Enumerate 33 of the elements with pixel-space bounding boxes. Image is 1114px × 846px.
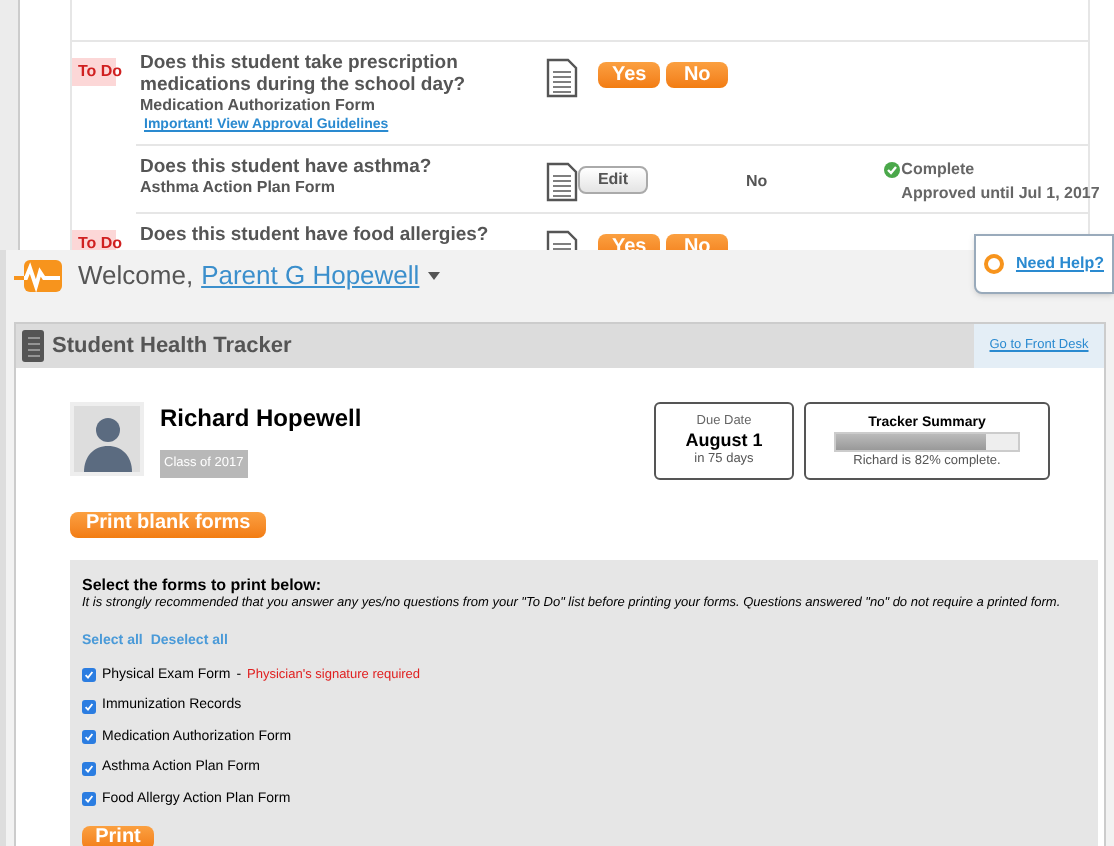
- print-button[interactable]: Print: [82, 826, 154, 846]
- welcome-text: Welcome,: [78, 258, 194, 295]
- user-menu-link[interactable]: Parent G Hopewell: [201, 256, 420, 296]
- edit-button[interactable]: Edit: [578, 166, 648, 194]
- answer-button[interactable]: Yes: [598, 62, 661, 88]
- help-link[interactable]: Need Help?: [1015, 252, 1104, 276]
- form-name: Asthma Action Plan Form: [140, 178, 337, 198]
- person-silhouette-icon: [79, 412, 135, 472]
- due-date-value: August 1: [685, 430, 763, 452]
- form-checkbox[interactable]: [82, 792, 96, 807]
- form-checkbox[interactable]: [82, 668, 96, 683]
- question-text: Does this student take prescription medications during the school day?: [140, 52, 468, 96]
- document-icon: [546, 58, 578, 98]
- answer-value: No: [746, 170, 768, 194]
- caret-icon: [427, 272, 440, 280]
- student-name: Richard Hopewell: [160, 402, 362, 434]
- logo-icon: [14, 258, 62, 294]
- form-checkbox[interactable]: [82, 761, 96, 776]
- form-checkbox[interactable]: [82, 730, 96, 745]
- approval-text: Approved until Jul 1, 2017: [901, 182, 1100, 206]
- lifebuoy-icon: [983, 254, 1004, 274]
- check-circle-icon: [883, 162, 900, 178]
- document-icon: [546, 162, 578, 202]
- question-text: Does this student have food allergies?: [140, 224, 491, 246]
- forms-title: Select the forms to print below:: [82, 576, 324, 594]
- tracker-title: Student Health Tracker: [52, 331, 292, 362]
- question-text: Does this student have asthma?: [140, 156, 434, 178]
- status-text: Complete: [901, 158, 975, 182]
- form-name: Medication Authorization Form: [140, 96, 377, 116]
- form-checkbox[interactable]: [82, 699, 96, 714]
- clipboard-icon: [22, 330, 44, 362]
- answer-button[interactable]: No: [666, 62, 729, 88]
- print-blank-forms-button[interactable]: Print blank forms: [70, 511, 267, 537]
